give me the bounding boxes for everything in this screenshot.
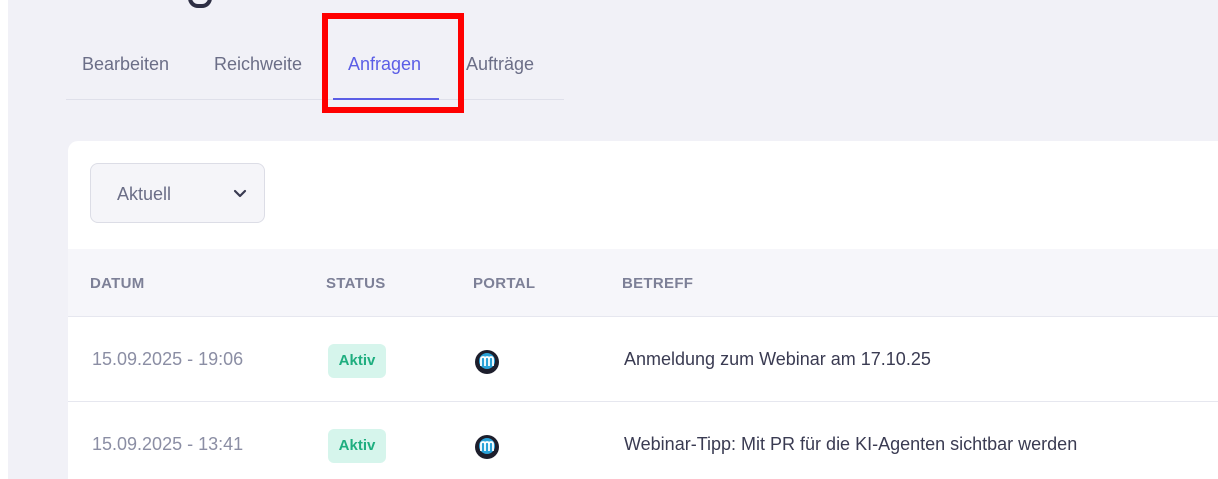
portal-logo-icon [475,435,499,459]
status-badge: Aktiv [328,429,386,463]
active-tab-indicator [333,98,439,100]
column-header-betreff[interactable]: BETREFF [622,275,693,292]
row-date: 15.09.2025 - 13:41 [92,434,244,454]
row-subject: Anmeldung zum Webinar am 17.10.25 [624,349,931,369]
page-title-fragment [188,0,212,8]
column-header-portal[interactable]: PORTAL [473,275,535,292]
filter-select-value: Aktuell [117,184,172,204]
tab-reichweite[interactable]: Reichweite [214,54,302,75]
portal-logo-icon [475,350,499,374]
tab-bearbeiten[interactable]: Bearbeiten [82,54,169,75]
table-header: DATUM STATUS PORTAL BETREFF [68,249,1218,317]
status-badge: Aktiv [328,344,386,378]
requests-card: Aktuell DATUM STATUS PORTAL BETREFF 15.0… [68,141,1218,479]
column-header-datum[interactable]: DATUM [90,275,145,292]
tab-anfragen[interactable]: Anfragen [348,54,421,75]
table-row[interactable]: 15.09.2025 - 13:41 Aktiv Webinar-Tipp: M… [68,403,1218,479]
row-subject: Webinar-Tipp: Mit PR für die KI-Agenten … [624,434,1078,454]
table-row[interactable]: 15.09.2025 - 19:06 Aktiv Anmeldung zum W… [68,318,1218,402]
column-header-status[interactable]: STATUS [326,275,386,292]
tab-bar: Bearbeiten Reichweite Anfragen Aufträge [66,40,564,100]
window-frame [0,0,8,479]
filter-select[interactable]: Aktuell [90,163,265,223]
row-date: 15.09.2025 - 19:06 [92,349,244,369]
tab-auftraege[interactable]: Aufträge [466,54,534,75]
chevron-down-icon [233,189,247,198]
